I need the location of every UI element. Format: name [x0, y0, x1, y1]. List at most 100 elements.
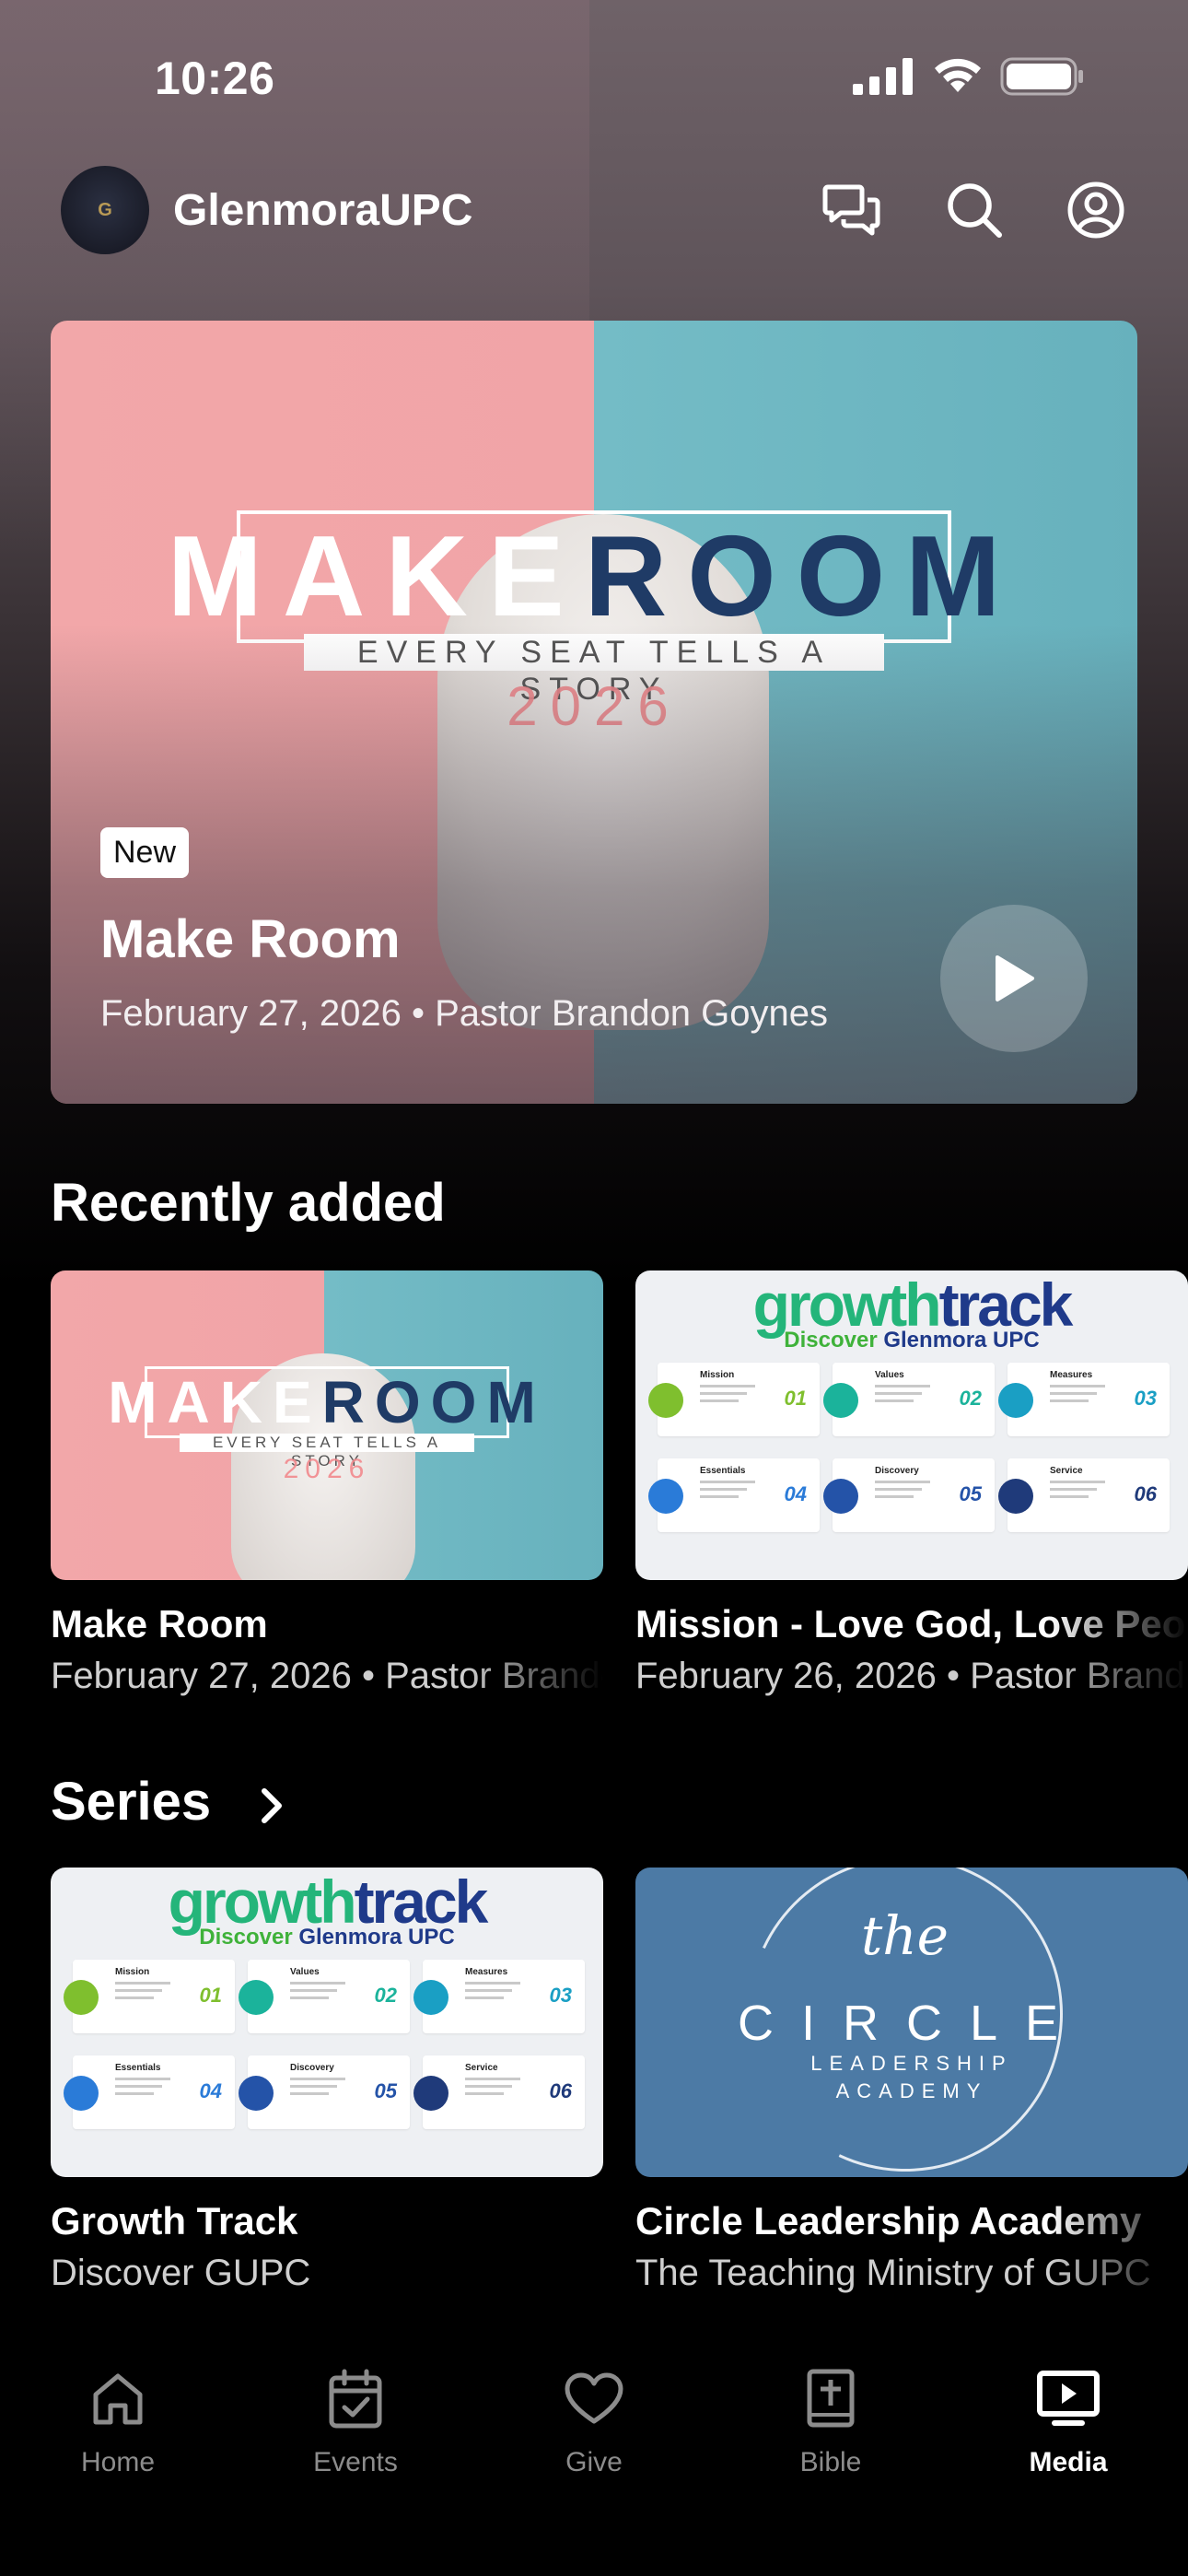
cell-text-lines: [465, 2078, 520, 2100]
profile-icon: [1067, 181, 1124, 239]
cell-text-lines: [1050, 1385, 1105, 1407]
growth-track-thumbnail: growthtrack Discover Glenmora UPC Missio…: [51, 1868, 603, 2177]
make-room-thumbnail: MAKE ROOM EVERY SEAT TELLS A STORY 2026: [51, 1270, 603, 1580]
card-subtitle: February 27, 2026 • Pastor Brandon Goyne…: [51, 1656, 603, 1696]
circle-art-line2: ACADEMY: [835, 2079, 988, 2102]
tab-bible[interactable]: Bible: [752, 2364, 909, 2478]
cell-number: 01: [199, 1984, 222, 2007]
step-dot-icon: [64, 1980, 99, 2015]
logo-letter: G: [98, 199, 112, 220]
growth-track-logo: growthtrack Discover Glenmora UPC: [635, 1274, 1188, 1352]
step-dot-icon: [239, 1980, 274, 2015]
cell-number: 03: [549, 1984, 572, 2007]
card-subtitle: Discover GUPC: [51, 2253, 311, 2293]
play-button[interactable]: [940, 905, 1088, 1052]
search-button[interactable]: [941, 177, 1007, 243]
profile-button[interactable]: [1063, 177, 1129, 243]
recent-card-mission[interactable]: growthtrack Discover Glenmora UPC Missio…: [635, 1270, 1188, 1697]
cell-name: Essentials: [700, 1466, 746, 1476]
step-dot-icon: [648, 1479, 683, 1514]
cell-text-lines: [115, 1982, 170, 2004]
chat-bubbles-icon: [822, 184, 880, 236]
gt-discover: Discover: [784, 1328, 878, 1352]
cell-number: 05: [959, 1482, 982, 1505]
growth-track-cell: Mission 01: [64, 1960, 235, 2033]
cell-number: 03: [1134, 1387, 1157, 1410]
messages-button[interactable]: [820, 177, 886, 243]
media-icon: [1037, 2371, 1100, 2426]
home-icon: [93, 2373, 143, 2425]
growth-track-cell: Service 06: [998, 1458, 1170, 1532]
church-logo[interactable]: G: [61, 166, 149, 254]
step-dot-icon: [413, 1980, 448, 2015]
cell-name: Mission: [700, 1370, 735, 1380]
play-icon: [996, 955, 1034, 1001]
cell-name: Measures: [465, 1967, 508, 1977]
art-year: 2026: [283, 1454, 371, 1484]
tab-give[interactable]: Give: [516, 2364, 672, 2478]
tab-events[interactable]: Events: [277, 2364, 434, 2478]
calendar-icon: [329, 2369, 382, 2429]
battery-icon: [1000, 57, 1083, 96]
cell-text-lines: [115, 2078, 170, 2100]
cell-name: Discovery: [875, 1466, 919, 1476]
hero-meta: February 27, 2026 • Pastor Brandon Goyne…: [100, 993, 829, 1034]
card-title: Make Room: [51, 1602, 268, 1645]
cell-number: 04: [784, 1482, 807, 1505]
circle-art-word: CIRCLE: [737, 1996, 1087, 2051]
cell-text-lines: [700, 1385, 755, 1407]
tab-label: Give: [565, 2447, 623, 2477]
card-subtitle: The Teaching Ministry of GUPC: [635, 2253, 1151, 2293]
chevron-right-icon[interactable]: [256, 1784, 287, 1828]
recent-card-make-room[interactable]: MAKE ROOM EVERY SEAT TELLS A STORY 2026 M…: [51, 1270, 603, 1697]
cell-name: Measures: [1050, 1370, 1093, 1380]
art-make: MAKE: [108, 1369, 322, 1435]
cell-name: Discovery: [290, 2063, 334, 2073]
series-card-growth-track[interactable]: growthtrack Discover Glenmora UPC Missio…: [51, 1868, 603, 2294]
header-actions: [820, 177, 1129, 243]
wifi-icon: [935, 58, 981, 92]
circle-art-line1: LEADERSHIP: [810, 2052, 1013, 2075]
growth-track-cell: Discovery 05: [823, 1458, 995, 1532]
featured-sermon-card[interactable]: MAKEROOM EVERY SEAT TELLS A STORY 2026 N…: [51, 321, 1137, 1104]
tab-label: Events: [313, 2447, 398, 2477]
growth-track-cell: Values 02: [823, 1363, 995, 1436]
growth-track-cell: Measures 03: [413, 1960, 585, 2033]
series-heading[interactable]: Series: [51, 1771, 211, 1832]
cell-text-lines: [290, 2078, 345, 2100]
series-card-circle-leadership[interactable]: the CIRCLE LEADERSHIP ACADEMY Circle Lea…: [635, 1868, 1188, 2294]
recently-added-heading: Recently added: [51, 1173, 446, 1233]
cell-name: Essentials: [115, 2063, 161, 2073]
make-room-artwork: MAKEROOM EVERY SEAT TELLS A STORY 2026: [108, 1366, 536, 1485]
growth-track-logo: growthtrack Discover Glenmora UPC: [51, 1871, 603, 1949]
bottom-tab-bar: Home Events Give Bible Media: [0, 2331, 1188, 2576]
step-dot-icon: [998, 1383, 1033, 1418]
card-title: Mission - Love God, Love People: [635, 1602, 1188, 1645]
status-time: 10:26: [155, 53, 275, 104]
bible-icon: [807, 2369, 855, 2428]
step-dot-icon: [998, 1479, 1033, 1514]
cell-text-lines: [290, 1982, 345, 2004]
cell-text-lines: [700, 1481, 755, 1503]
circle-art-the: the: [861, 1904, 949, 1967]
cell-number: 06: [1134, 1482, 1157, 1505]
growth-track-grid: Mission 01 Values 02 Measures 03 Essentials 04 D…: [648, 1363, 1170, 1532]
cell-number: 06: [549, 2079, 572, 2102]
cell-number: 05: [374, 2079, 397, 2102]
tab-home[interactable]: Home: [40, 2364, 196, 2478]
tab-media[interactable]: Media: [990, 2364, 1147, 2478]
circle-leadership-thumbnail: the CIRCLE LEADERSHIP ACADEMY: [635, 1868, 1188, 2177]
growth-track-cell: Mission 01: [648, 1363, 820, 1436]
cell-text-lines: [875, 1385, 930, 1407]
gt-org: Glenmora UPC: [883, 1328, 1040, 1352]
step-dot-icon: [823, 1383, 858, 1418]
cell-name: Values: [875, 1370, 904, 1380]
cell-text-lines: [465, 1982, 520, 2004]
growth-track-cell: Measures 03: [998, 1363, 1170, 1436]
cell-text-lines: [1050, 1481, 1105, 1503]
status-icons: [853, 57, 1085, 96]
cell-number: 01: [784, 1387, 807, 1410]
cell-number: 02: [959, 1387, 982, 1410]
cell-number: 02: [374, 1984, 397, 2007]
growth-track-cell: Essentials 04: [648, 1458, 820, 1532]
